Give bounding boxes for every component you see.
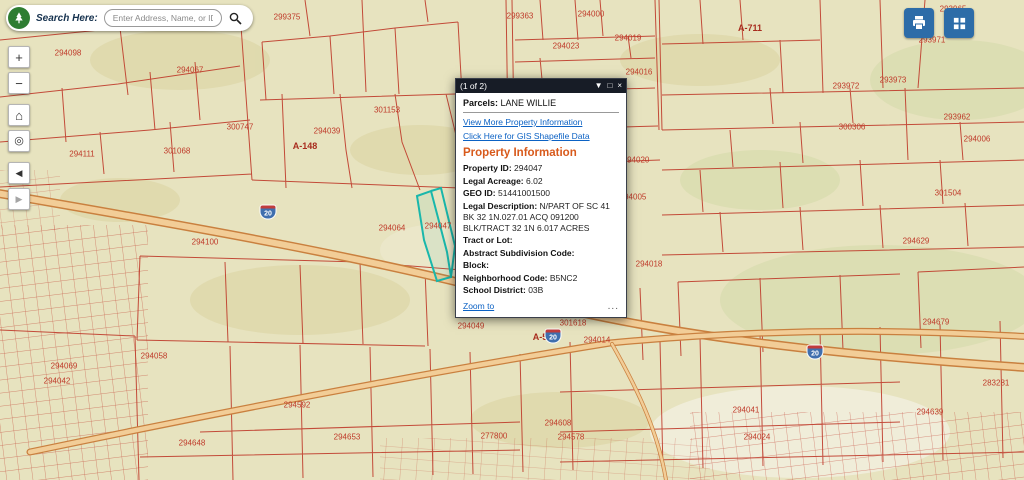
urban-grid-southeast [690, 412, 1024, 480]
popup-title: (1 of 2) [460, 81, 590, 91]
field-abstract-subdivision-code: Abstract Subdivision Code: [463, 248, 619, 259]
minus-icon: − [15, 77, 23, 90]
parcels-line: Parcels: LANE WILLIE [463, 98, 619, 113]
search-bar: Search Here: [6, 5, 253, 31]
popup-footer: Zoom to ... [463, 301, 619, 312]
field-block: Block: [463, 260, 619, 271]
popup-options-button[interactable]: ... [608, 301, 619, 312]
search-icon [229, 12, 242, 25]
field-legal-acreage: Legal Acreage: 6.02 [463, 176, 619, 187]
close-icon[interactable]: × [617, 82, 622, 90]
zoom-in-button[interactable]: + [8, 46, 30, 68]
popup-titlebar[interactable]: (1 of 2) ▼ □ × [456, 79, 626, 93]
next-extent-button[interactable]: ▶ [8, 188, 30, 210]
map-nav-controls: + − ⌂ ◎ ◀ ▶ [8, 46, 30, 210]
apps-grid-button[interactable] [944, 8, 974, 38]
printer-icon [911, 15, 927, 31]
zoom-to-link[interactable]: Zoom to [463, 301, 494, 311]
field-neighborhood-code: Neighborhood Code: B5NC2 [463, 273, 619, 284]
crosshair-icon: ◎ [14, 136, 24, 147]
search-input[interactable] [104, 9, 222, 27]
gis-map-app: 299375299363294000293965A-71129401929397… [0, 0, 1024, 480]
plus-icon: + [15, 51, 23, 64]
previous-extent-button[interactable]: ◀ [8, 162, 30, 184]
search-label: Search Here: [36, 13, 98, 24]
arrow-left-icon: ◀ [16, 169, 23, 178]
shapefile-link[interactable]: Click Here for GIS Shapefile Data [463, 131, 619, 141]
parcels-label: Parcels: [463, 98, 498, 108]
parcels-value: LANE WILLIE [501, 98, 557, 108]
toolbar-top-right [904, 8, 974, 38]
app-logo [8, 7, 30, 29]
field-property-id: Property ID: 294047 [463, 163, 619, 174]
popup-window: (1 of 2) ▼ □ × Parcels: LANE WILLIE View… [455, 78, 627, 318]
field-school-district: School District: 03B [463, 285, 619, 296]
locate-button[interactable]: ◎ [8, 130, 30, 152]
search-button[interactable] [228, 10, 244, 26]
field-geo-id: GEO ID: 51441001500 [463, 188, 619, 199]
maximize-icon[interactable]: □ [607, 82, 612, 90]
tree-icon [12, 11, 26, 25]
popup-body: Parcels: LANE WILLIE View More Property … [456, 93, 626, 317]
property-info-heading: Property Information [463, 147, 619, 159]
field-legal-description: Legal Description: N/PART OF SC 41 BK 32… [463, 201, 619, 234]
zoom-out-button[interactable]: − [8, 72, 30, 94]
arrow-right-icon: ▶ [16, 195, 23, 204]
grid-icon [952, 16, 967, 31]
home-icon: ⌂ [15, 109, 23, 122]
field-tract-or-lot: Tract or Lot: [463, 235, 619, 246]
home-button[interactable]: ⌂ [8, 104, 30, 126]
collapse-icon[interactable]: ▼ [595, 82, 603, 90]
print-button[interactable] [904, 8, 934, 38]
more-info-link[interactable]: View More Property Information [463, 117, 619, 127]
